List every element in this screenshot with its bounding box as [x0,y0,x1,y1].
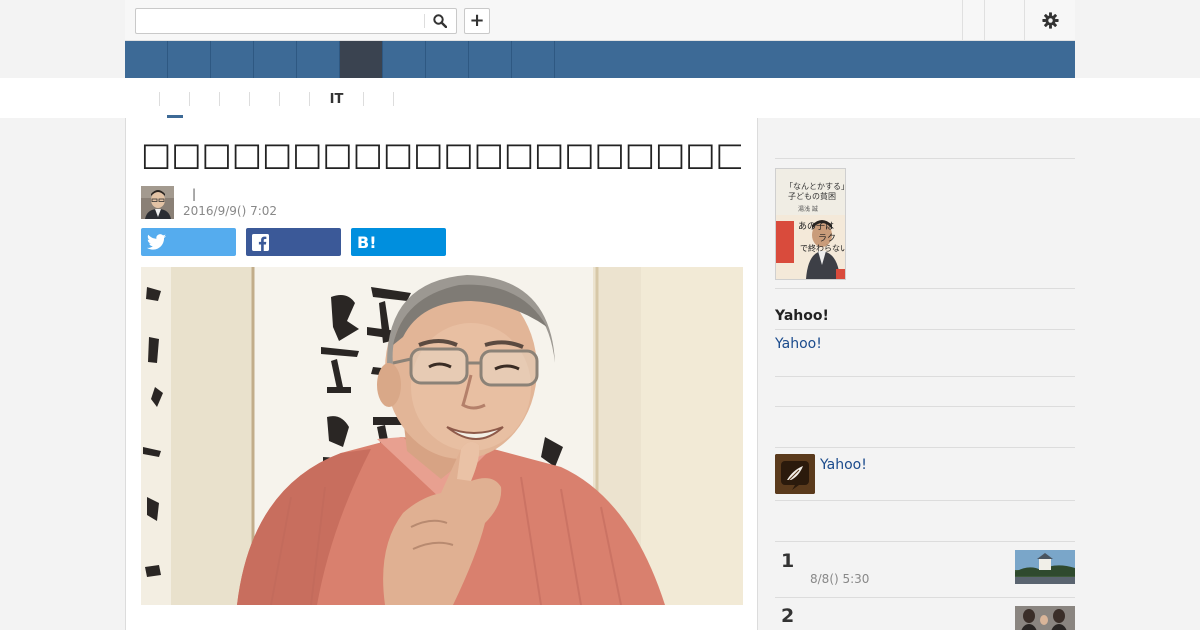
nav-item[interactable] [297,41,340,78]
book-tagline: で終わらない [800,244,846,253]
share-twitter-button[interactable] [141,228,236,256]
share-facebook-button[interactable] [246,228,341,256]
subnav-item-it[interactable]: IT [310,92,364,107]
article-title: □□□□□□□□□□□□□□□□□□□□□□□□□□□□□□□□□□□□□ [141,136,741,172]
subnav-item[interactable] [140,92,160,106]
facebook-icon [252,233,269,251]
divider [775,158,1075,159]
divider [775,376,1075,377]
twitter-icon [147,234,166,250]
sub-nav: IT [140,78,394,118]
article: □□□□□□□□□□□□□□□□□□□□□□□□□□□□□□□□□□□□□ | … [125,118,758,630]
search-button[interactable] [424,9,456,33]
search-box [135,8,457,34]
nav-item[interactable] [426,41,469,78]
nav-item[interactable] [469,41,512,78]
nav-item[interactable] [125,41,168,78]
author-avatar[interactable] [141,186,174,219]
ranking-number: 2 [781,605,795,627]
add-button[interactable]: + [464,8,490,34]
nav-item[interactable] [383,41,426,78]
divider [775,447,1075,448]
ranking-item[interactable]: 1 8/8() 5:30 [775,542,1075,598]
book-cover[interactable]: 「なんとかする」 子どもの貧困 湯浅 誠 あの子は ラク で終わらない [775,168,846,280]
book-title-line2: 子どもの貧困 [788,192,836,201]
subnav-item[interactable] [160,92,190,106]
divider [775,329,1075,330]
subnav-item[interactable] [250,92,280,106]
gear-icon [1041,11,1059,29]
ranking-number: 1 [781,550,795,572]
subnav-item[interactable] [280,92,310,106]
subnav-item[interactable] [190,92,220,106]
subnav-item[interactable] [220,92,250,106]
search-input[interactable] [136,9,426,33]
top-divider [984,0,985,40]
author-separator: | [192,187,197,201]
ranking-thumbnail [1015,606,1075,630]
search-icon [433,14,447,28]
sidebar-link[interactable]: Yahoo! [775,336,822,352]
yahoo-app-link[interactable]: Yahoo! [820,457,867,473]
top-bar: + [125,0,1075,41]
article-date: 2016/9/9() 7:02 [183,204,278,218]
hatena-bookmark-icon: B! [357,232,377,252]
nav-item[interactable] [512,41,555,78]
ranking-thumbnail [1015,550,1075,584]
article-hero-image [141,267,743,605]
nav-item[interactable] [254,41,297,78]
nav-item[interactable] [168,41,211,78]
nav-item[interactable] [211,41,254,78]
settings-button[interactable] [1025,0,1075,40]
book-author: 湯浅 誠 [798,206,818,213]
divider [775,406,1075,407]
ranking-date: 8/8() 5:30 [810,572,870,586]
divider [775,288,1075,289]
subnav-item[interactable] [364,92,394,106]
top-divider [962,0,963,40]
ranking-item[interactable]: 2 [775,598,1075,630]
nav-item-active[interactable] [340,41,383,78]
yahoo-app-icon[interactable] [775,454,815,494]
sidebar-heading: Yahoo! [775,308,829,324]
share-hatena-button[interactable]: B! [351,228,446,256]
category-nav [125,41,1075,78]
divider [775,500,1075,501]
